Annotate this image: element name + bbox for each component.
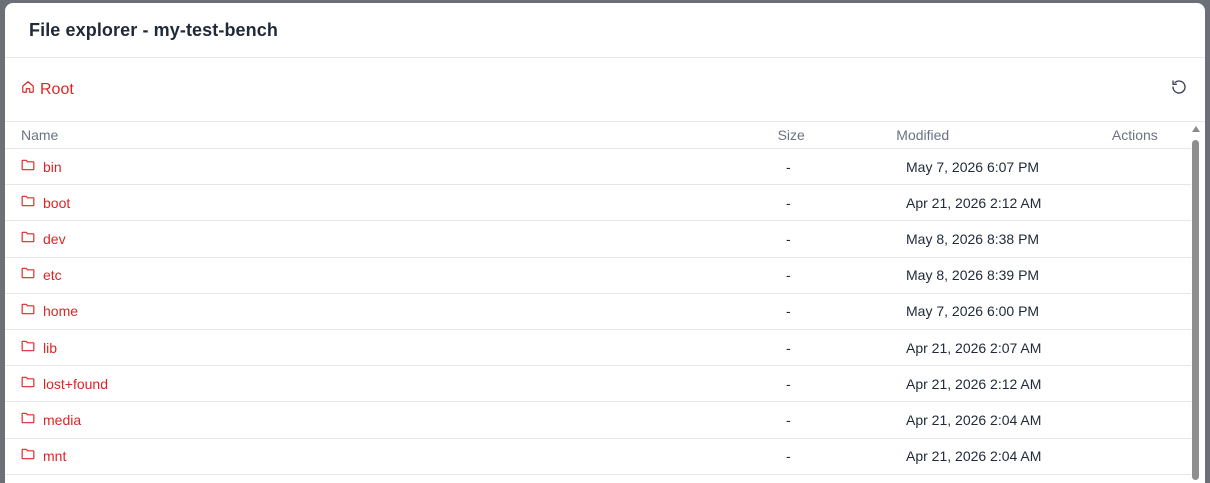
folder-link[interactable]: mnt bbox=[21, 447, 786, 465]
header-size[interactable]: Size bbox=[778, 127, 897, 143]
folder-link[interactable]: lost+found bbox=[21, 375, 786, 393]
size-cell: - bbox=[786, 339, 791, 356]
folder-icon bbox=[21, 266, 35, 284]
modified-cell: Apr 21, 2026 2:12 AM bbox=[906, 375, 1042, 392]
table-row[interactable]: media - Apr 21, 2026 2:04 AM bbox=[5, 402, 1191, 439]
folder-icon bbox=[21, 339, 35, 357]
folder-icon bbox=[21, 158, 35, 176]
folder-link[interactable]: etc bbox=[21, 266, 786, 284]
table-row[interactable]: etc - May 8, 2026 8:39 PM bbox=[5, 258, 1191, 294]
folder-icon bbox=[21, 447, 35, 465]
folder-icon bbox=[21, 375, 35, 393]
folder-link[interactable]: lib bbox=[21, 339, 786, 357]
header-name[interactable]: Name bbox=[21, 127, 778, 143]
size-cell: - bbox=[786, 194, 791, 211]
folder-name: media bbox=[43, 411, 82, 428]
breadcrumb-root[interactable]: Root bbox=[21, 80, 74, 99]
table-body: bin - May 7, 2026 6:07 PM boot - Apr 21, 2026… bbox=[5, 149, 1205, 475]
folder-icon bbox=[21, 194, 35, 212]
table-row[interactable]: dev - May 8, 2026 8:38 PM bbox=[5, 221, 1191, 258]
size-cell: - bbox=[786, 411, 791, 428]
header-modified[interactable]: Modified bbox=[896, 127, 1112, 143]
modified-cell: May 7, 2026 6:00 PM bbox=[906, 303, 1040, 320]
vertical-scrollbar[interactable] bbox=[1191, 122, 1200, 482]
folder-link[interactable]: boot bbox=[21, 194, 786, 212]
breadcrumb-root-label: Root bbox=[40, 80, 74, 98]
folder-icon bbox=[21, 230, 35, 248]
table-row[interactable]: bin - May 7, 2026 6:07 PM bbox=[5, 149, 1191, 186]
folder-name: lost+found bbox=[43, 375, 108, 392]
refresh-icon bbox=[1171, 79, 1187, 100]
modal-title: File explorer - my-test-bench bbox=[29, 19, 278, 40]
scroll-up-arrow[interactable] bbox=[1192, 126, 1200, 132]
folder-name: mnt bbox=[43, 448, 67, 465]
table-row[interactable]: mnt - Apr 21, 2026 2:04 AM bbox=[5, 439, 1191, 475]
size-cell: - bbox=[786, 158, 791, 175]
modal-header: File explorer - my-test-bench bbox=[5, 3, 1205, 58]
folder-name: dev bbox=[43, 230, 66, 247]
modified-cell: May 8, 2026 8:39 PM bbox=[906, 267, 1040, 284]
modified-cell: Apr 21, 2026 2:07 AM bbox=[906, 339, 1042, 356]
folder-icon bbox=[21, 411, 35, 429]
size-cell: - bbox=[786, 303, 791, 320]
folder-name: boot bbox=[43, 194, 71, 211]
modified-cell: Apr 21, 2026 2:04 AM bbox=[906, 411, 1042, 428]
refresh-button[interactable] bbox=[1167, 78, 1191, 102]
table-row[interactable]: lib - Apr 21, 2026 2:07 AM bbox=[5, 330, 1191, 367]
size-cell: - bbox=[786, 375, 791, 392]
folder-name: bin bbox=[43, 158, 62, 175]
table-row[interactable]: lost+found - Apr 21, 2026 2:12 AM bbox=[5, 366, 1191, 403]
folder-link[interactable]: bin bbox=[21, 158, 786, 176]
folder-name: etc bbox=[43, 267, 62, 284]
modified-cell: May 7, 2026 6:07 PM bbox=[906, 158, 1040, 175]
header-actions: Actions bbox=[1111, 127, 1158, 143]
size-cell: - bbox=[786, 267, 791, 284]
table-header: Name Size Modified Actions bbox=[5, 122, 1191, 149]
file-explorer-modal: File explorer - my-test-bench Root Name … bbox=[5, 3, 1205, 483]
folder-name: lib bbox=[43, 339, 58, 356]
size-cell: - bbox=[786, 230, 791, 247]
folder-link[interactable]: home bbox=[21, 302, 786, 320]
modified-cell: Apr 21, 2026 2:12 AM bbox=[906, 194, 1042, 211]
folder-link[interactable]: dev bbox=[21, 230, 786, 248]
modified-cell: Apr 21, 2026 2:04 AM bbox=[906, 448, 1042, 465]
table-row[interactable]: boot - Apr 21, 2026 2:12 AM bbox=[5, 185, 1191, 222]
table-row[interactable]: home - May 7, 2026 6:00 PM bbox=[5, 294, 1191, 330]
toolbar: Root bbox=[5, 58, 1205, 122]
folder-link[interactable]: media bbox=[21, 411, 786, 429]
folder-icon bbox=[21, 302, 35, 320]
folder-name: home bbox=[43, 303, 79, 320]
modified-cell: May 8, 2026 8:38 PM bbox=[906, 230, 1040, 247]
file-table: Name Size Modified Actions bin - May 7, 20… bbox=[5, 122, 1205, 482]
size-cell: - bbox=[786, 448, 791, 465]
scroll-thumb[interactable] bbox=[1192, 140, 1199, 480]
home-icon bbox=[21, 80, 35, 99]
